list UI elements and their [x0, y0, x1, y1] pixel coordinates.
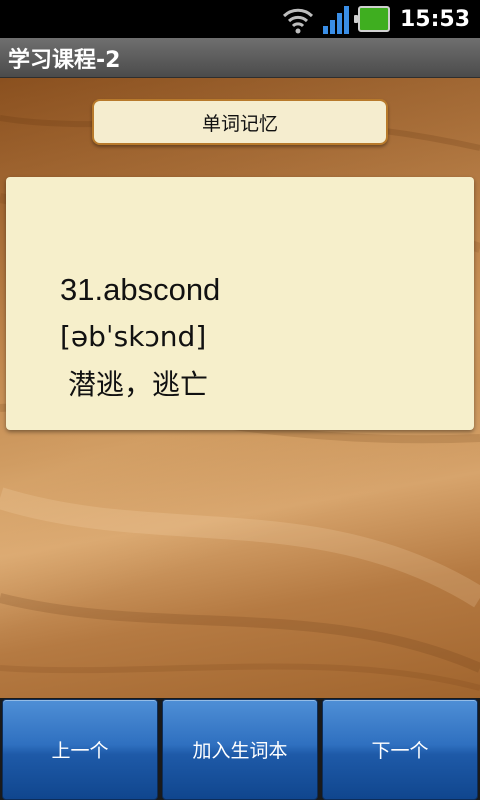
phonetic-text: [əbˈskɔnd] — [60, 320, 207, 353]
signal-icon — [322, 6, 349, 34]
add-to-vocabulary-button[interactable]: 加入生词本 — [162, 699, 318, 800]
meaning-text: 潜逃，逃亡 — [68, 368, 209, 401]
previous-button-label: 上一个 — [51, 740, 109, 762]
word-text: 31.abscond — [60, 272, 221, 307]
add-to-vocabulary-label: 加入生词本 — [192, 740, 288, 762]
title-bar: 学习课程-2 — [0, 38, 480, 78]
wood-background: 单词记忆 31.abscond [əbˈskɔnd] 潜逃，逃亡 — [0, 78, 480, 698]
section-label: 单词记忆 — [201, 112, 278, 135]
word-card[interactable]: 31.abscond [əbˈskɔnd] 潜逃，逃亡 — [6, 177, 474, 430]
clock: 15:53 — [399, 6, 470, 32]
next-button-label: 下一个 — [371, 740, 429, 762]
battery-icon — [353, 6, 390, 32]
status-bar: 15:53 — [0, 0, 480, 38]
wifi-icon — [282, 8, 314, 34]
previous-button[interactable]: 上一个 — [2, 699, 158, 800]
section-header: 单词记忆 — [92, 99, 388, 145]
next-button[interactable]: 下一个 — [322, 699, 478, 800]
app-title: 学习课程-2 — [8, 47, 121, 73]
